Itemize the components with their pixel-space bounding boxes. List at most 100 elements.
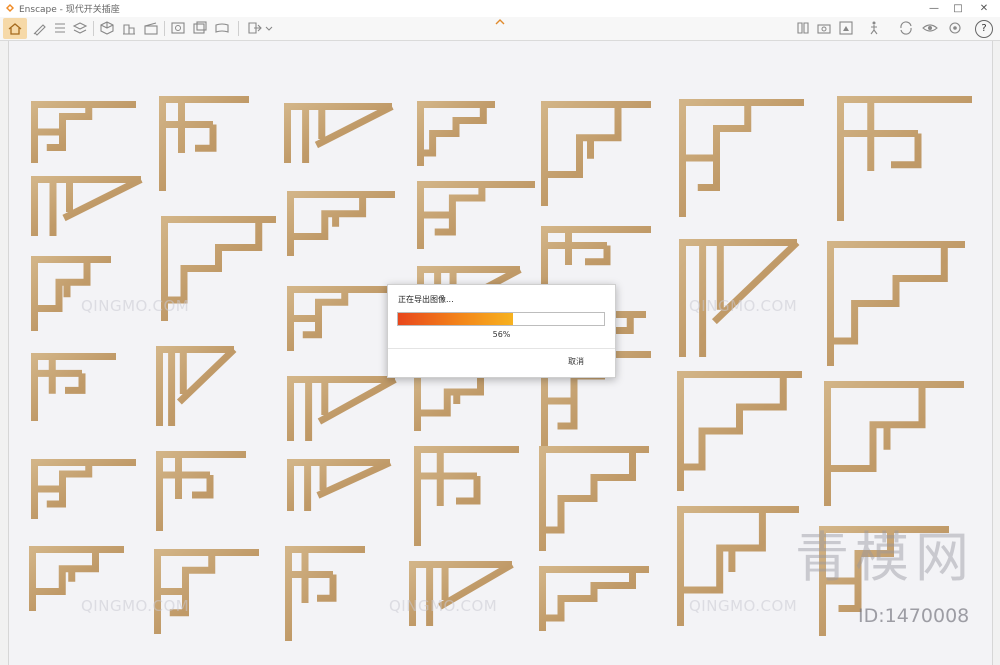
pen-icon [33,24,46,36]
ornament-lattice [31,459,136,519]
cube-icon [100,21,114,35]
export-button[interactable] [246,20,262,36]
corner-ornament [417,101,495,166]
corner-ornament [541,101,651,206]
corner-ornament [414,371,509,431]
batch-render-button[interactable] [192,20,208,36]
corner-ornament [31,256,111,331]
watermark-text: QINGMO.COM [389,597,498,615]
corner-ornament [287,459,392,511]
panorama-icon [215,23,229,33]
corner-ornament [679,99,804,217]
help-button[interactable]: ? [975,20,993,38]
export-dropdown[interactable] [264,20,274,36]
ornament-lattice [159,96,249,191]
ornament-lattice [287,286,392,351]
progress-bar [397,312,605,326]
corner-ornament [417,181,535,249]
watermark-logo-text: 青模网 [795,526,975,589]
corner-ornament [539,566,649,631]
toolbar-separator [164,21,165,36]
ornament-lattice [417,101,495,166]
ornament-lattice [541,101,651,206]
eye-icon [922,24,938,32]
maximize-button[interactable]: □ [946,0,970,17]
corner-ornament [409,561,514,626]
corner-ornament [539,446,649,551]
ornament-lattice [31,353,116,421]
eye-button[interactable] [922,20,938,36]
settings-button[interactable] [947,20,963,36]
ornament-lattice [287,191,395,256]
corner-ornament [287,376,397,441]
corner-ornament [824,381,964,506]
building-button[interactable] [121,20,137,36]
cube-button[interactable] [99,20,115,36]
corner-ornament [154,549,259,634]
ornament-lattice [539,446,649,551]
ornament-lattice [409,561,514,626]
home-icon [8,23,22,35]
ornament-lattice [31,101,136,163]
home-button[interactable] [3,18,27,39]
ornament-lattice [31,176,143,236]
ornament-lattice [824,381,964,506]
ornament-lattice [414,371,509,431]
book-button[interactable] [795,20,811,36]
corner-ornament [287,286,392,351]
corner-ornament [837,96,972,221]
corner-ornament [284,103,394,163]
assets-icon [839,21,853,35]
cancel-button[interactable]: 取消 [568,356,584,367]
camera-icon [817,24,831,34]
minimize-button[interactable]: — [922,0,946,17]
settings-icon [949,22,961,34]
ornament-lattice [541,226,651,291]
ornament-lattice [287,376,397,441]
walk-button[interactable] [866,20,882,36]
watermark-text: QINGMO.COM [689,297,798,315]
walk-icon [870,21,878,35]
screenshot-icon [171,22,185,34]
ornament-lattice [677,371,802,491]
watermark-text: QINGMO.COM [689,597,798,615]
sync-button[interactable] [898,20,914,36]
corner-ornament [414,446,519,546]
book-icon [797,22,809,34]
corner-ornament [541,226,651,291]
corner-ornament [31,459,136,519]
corner-ornament [677,371,802,491]
watermark-text: QINGMO.COM [81,597,190,615]
camera-button[interactable] [816,20,832,36]
ornament-lattice [156,451,246,531]
export-icon [248,22,262,34]
progress-percent: 56% [492,330,511,339]
corner-ornament [31,101,136,163]
ornament-lattice [679,99,804,217]
corner-ornament [285,546,365,641]
ornament-lattice [284,103,394,163]
sync-icon [900,21,912,35]
ornament-lattice [827,241,965,366]
title-bar: Enscape - 现代开关插座 — □ ✕ [0,0,1000,18]
layers-button[interactable] [72,20,88,36]
close-button[interactable]: ✕ [972,0,996,17]
list-button[interactable] [52,20,68,36]
ornament-lattice [539,566,649,631]
collapse-toolbar-icon[interactable] [494,18,506,26]
corner-ornament [31,176,143,236]
panorama-button[interactable] [214,20,230,36]
list-icon [55,23,65,33]
clapper-button[interactable] [143,20,159,36]
ornament-lattice [31,256,111,331]
dialog-divider [388,348,615,349]
assets-button[interactable] [838,20,854,36]
pen-button[interactable] [32,20,48,36]
corner-ornament [827,241,965,366]
corner-ornament [31,353,116,421]
ornament-lattice [414,446,519,546]
ornament-lattice [287,459,392,511]
screenshot-button[interactable] [170,20,186,36]
watermark-id: ID:1470008 [858,605,970,627]
right-panel-edge [992,41,1000,665]
